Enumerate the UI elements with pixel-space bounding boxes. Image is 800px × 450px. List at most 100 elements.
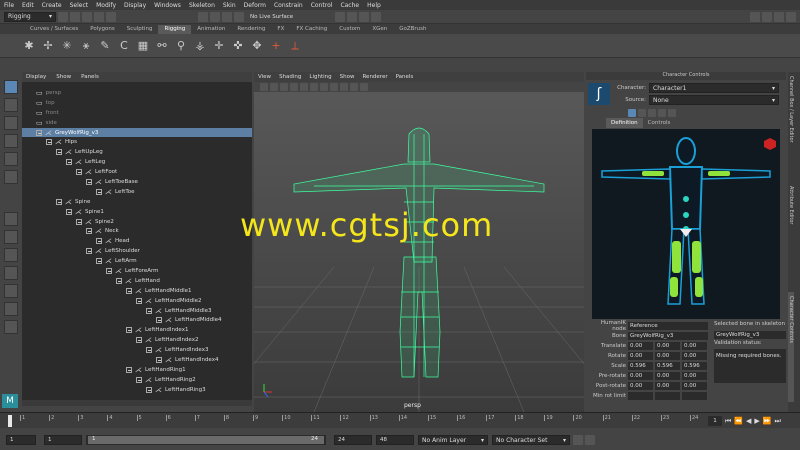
smooth-shade-icon[interactable] — [310, 83, 318, 91]
outliner-row[interactable]: ⋌ LeftHandMiddle2 — [22, 296, 252, 306]
grid-icon[interactable] — [290, 83, 298, 91]
collapse-toggle-icon[interactable] — [76, 218, 82, 225]
collapse-toggle-icon[interactable] — [96, 238, 102, 245]
hypershade-icon[interactable] — [371, 11, 382, 22]
playback-start-field[interactable]: 1 — [44, 435, 82, 445]
collapse-toggle-icon[interactable] — [56, 149, 62, 156]
menu-cache[interactable]: Cache — [340, 2, 359, 9]
definition-mode-icon[interactable] — [628, 109, 636, 117]
isolate-icon[interactable] — [350, 83, 358, 91]
prop-field[interactable]: 0.00 — [628, 371, 653, 380]
prop-field[interactable] — [628, 391, 653, 400]
side-tab[interactable]: Character Controls — [788, 292, 794, 402]
tab-controls[interactable]: Controls — [643, 118, 676, 128]
panel-toggle-icon[interactable] — [750, 11, 760, 22]
outliner-row[interactable]: ⋌ LeftForeArm — [22, 266, 252, 276]
four-view-layout-icon[interactable] — [4, 230, 18, 244]
menu-constrain[interactable]: Constrain — [274, 2, 303, 9]
redo-icon[interactable] — [106, 11, 116, 22]
collapse-toggle-icon[interactable] — [126, 327, 132, 334]
menu-modify[interactable]: Modify — [96, 2, 116, 9]
viewport-menu-shading[interactable]: Shading — [279, 74, 301, 80]
outliner-menu-display[interactable]: Display — [26, 74, 46, 80]
tab-definition[interactable]: Definition — [606, 118, 643, 128]
collapse-toggle-icon[interactable] — [156, 317, 162, 324]
panel-toggle-icon[interactable] — [774, 11, 784, 22]
persp-outliner-layout-icon[interactable] — [4, 266, 18, 280]
paint-weights-icon[interactable]: ✎ — [98, 39, 112, 53]
outliner-row[interactable]: ▭ side — [22, 118, 252, 128]
menu-skeleton[interactable]: Skeleton — [189, 2, 215, 9]
outliner-layout-icon[interactable] — [4, 284, 18, 298]
current-frame-field[interactable]: 1 — [708, 416, 722, 426]
tab-fx[interactable]: FX — [271, 25, 290, 34]
collapse-toggle-icon[interactable] — [86, 228, 92, 235]
outliner-row[interactable]: ⋌ LeftHandRing1 — [22, 365, 252, 375]
playback-end-field[interactable]: 24 — [334, 435, 372, 445]
pole-vector-icon[interactable]: ⟂ — [288, 39, 302, 53]
outliner-menu-panels[interactable]: Panels — [81, 74, 99, 80]
magnet-icon[interactable] — [234, 11, 244, 22]
outliner-row[interactable]: ⋌ Neck — [22, 226, 252, 236]
shadows-icon[interactable] — [340, 83, 348, 91]
outliner-row[interactable]: ⋌ LeftHandIndex3 — [22, 345, 252, 355]
outliner-row[interactable]: ⋌ Spine2 — [22, 217, 252, 227]
prop-field[interactable]: 0.00 — [628, 351, 653, 360]
tab-rendering[interactable]: Rendering — [231, 25, 271, 34]
outliner-row[interactable]: ⋌ LeftToe — [22, 187, 252, 197]
viewport-menu-show[interactable]: Show — [340, 74, 355, 80]
mirror-icon[interactable] — [658, 109, 666, 117]
tab-gozbrush[interactable]: GoZBrush — [393, 25, 432, 34]
viewport-menu-lighting[interactable]: Lighting — [309, 74, 331, 80]
snap-grid-icon[interactable] — [198, 11, 208, 22]
collapse-toggle-icon[interactable] — [76, 169, 82, 176]
tab-custom[interactable]: Custom — [333, 25, 366, 34]
range-slider[interactable]: 1 24 — [86, 435, 326, 445]
collapse-toggle-icon[interactable] — [66, 208, 72, 215]
humanik-node-field[interactable]: Reference — [628, 321, 708, 330]
collapse-toggle-icon[interactable] — [146, 307, 152, 314]
prop-field[interactable]: 0.00 — [682, 371, 707, 380]
cluster-icon[interactable]: C — [117, 39, 131, 53]
collapse-toggle-icon[interactable] — [146, 347, 152, 354]
prop-field[interactable] — [682, 391, 707, 400]
open-scene-icon[interactable] — [70, 11, 80, 22]
outliner-row[interactable]: ⋌ LeftLeg — [22, 157, 252, 167]
collapse-toggle-icon[interactable] — [106, 267, 112, 274]
preferences-icon[interactable] — [585, 435, 595, 445]
rotate-tool-icon[interactable] — [4, 152, 18, 166]
outliner-row[interactable]: ⋌ LeftFoot — [22, 167, 252, 177]
outliner-row[interactable]: ⋌ LeftHandMiddle1 — [22, 286, 252, 296]
joint-tool-icon[interactable]: ✱ — [22, 39, 36, 53]
play-icon[interactable]: ▶ — [754, 417, 759, 425]
anim-layer-dropdown[interactable]: No Anim Layer ▾ — [418, 435, 488, 445]
menu-file[interactable]: File — [4, 2, 14, 9]
blend-shape-icon[interactable]: ⚯ — [155, 39, 169, 53]
single-view-layout-icon[interactable] — [4, 212, 18, 226]
play-back-icon[interactable]: ◀ — [746, 417, 751, 425]
menuset-dropdown[interactable]: Rigging ▾ — [4, 11, 56, 22]
ik-spline-icon[interactable]: ✳ — [60, 39, 74, 53]
collapse-toggle-icon[interactable] — [86, 248, 92, 255]
hypergraph-layout-icon[interactable] — [4, 320, 18, 334]
viewport-menu-panels[interactable]: Panels — [396, 74, 414, 80]
scale-tool-icon[interactable] — [4, 170, 18, 184]
menu-select[interactable]: Select — [70, 2, 89, 9]
prop-field[interactable]: 0.596 — [682, 361, 707, 370]
outliner-row[interactable]: ⋌ LeftToeBase — [22, 177, 252, 187]
render-settings-icon[interactable] — [359, 11, 370, 22]
image-plane-icon[interactable] — [280, 83, 288, 91]
textured-icon[interactable] — [320, 83, 328, 91]
skeleton-mode-icon[interactable] — [638, 109, 646, 117]
outliner-row[interactable]: ⋌ LeftHandIndex1 — [22, 325, 252, 335]
prop-field[interactable]: 0.00 — [655, 371, 680, 380]
side-tab[interactable]: Channel Box / Layer Editor — [788, 72, 794, 182]
outliner-row[interactable]: ⋌ Head — [22, 236, 252, 246]
lights-icon[interactable] — [330, 83, 338, 91]
collapse-toggle-icon[interactable] — [126, 287, 132, 294]
bind-skin-icon[interactable]: ⚹ — [79, 39, 93, 53]
end-time-field[interactable]: 48 — [376, 435, 414, 445]
outliner-row[interactable]: ⋌ LeftHandMiddle3 — [22, 306, 252, 316]
prop-field[interactable]: 0.00 — [682, 381, 707, 390]
menu-create[interactable]: Create — [42, 2, 62, 9]
